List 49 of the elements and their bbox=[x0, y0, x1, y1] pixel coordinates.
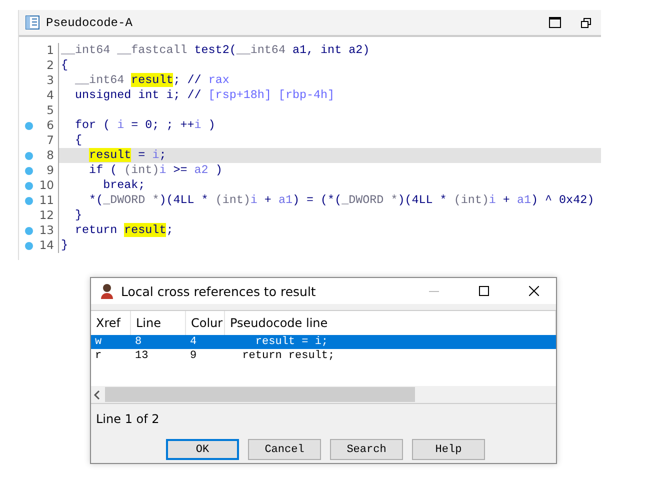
breakpoint-icon[interactable] bbox=[25, 122, 33, 130]
line-number: 9 bbox=[46, 163, 55, 178]
dialog-button[interactable]: OK bbox=[166, 439, 239, 460]
horizontal-scrollbar[interactable] bbox=[91, 386, 556, 403]
code-line: unsigned int i; // [rsp+18h] [rbp-4h] bbox=[74, 88, 336, 103]
breakpoint-icon[interactable] bbox=[25, 242, 33, 250]
line-number: 11 bbox=[39, 193, 55, 208]
dialog-button[interactable]: Cancel bbox=[248, 439, 321, 460]
line-number: 8 bbox=[46, 148, 55, 163]
line-number: 12 bbox=[39, 208, 55, 223]
code-line: break; bbox=[102, 178, 146, 193]
dialog-button[interactable]: Search bbox=[330, 439, 403, 460]
line-number: 4 bbox=[46, 88, 55, 103]
reference-row[interactable]: w 8 4 result = i; bbox=[91, 335, 556, 349]
status-text: Line 1 of 2 bbox=[95, 411, 160, 426]
code-line: __int64 __fastcall test2(__int64 a1, int a2) bbox=[60, 43, 371, 58]
line-number: 2 bbox=[46, 58, 55, 73]
code-line: } bbox=[60, 238, 70, 253]
breakpoint-icon[interactable] bbox=[25, 167, 33, 175]
document-icon bbox=[25, 15, 40, 30]
line-number: 6 bbox=[46, 118, 55, 133]
line-number: 3 bbox=[46, 73, 55, 88]
minimize-icon[interactable] bbox=[429, 290, 439, 292]
line-number: 14 bbox=[39, 238, 55, 253]
breakpoint-icon[interactable] bbox=[25, 197, 33, 205]
line-number: 7 bbox=[46, 133, 55, 148]
dialog-title: Local cross references to result bbox=[121, 284, 317, 298]
line-number: 1 bbox=[46, 43, 55, 58]
maximize-icon[interactable] bbox=[549, 17, 561, 28]
avatar-icon bbox=[99, 283, 115, 299]
line-number: 13 bbox=[39, 223, 55, 238]
breakpoint-icon[interactable] bbox=[25, 152, 33, 160]
restore-icon[interactable] bbox=[581, 18, 591, 28]
code-line: { bbox=[60, 58, 70, 73]
code-line: for ( i = 0; ; ++i ) bbox=[74, 118, 216, 133]
close-icon[interactable] bbox=[529, 286, 539, 296]
code-line: *(_DWORD *)(4LL * (int)i + a1) = (*(_DWORD *)(4LL * (int)i + a1) ^ 0x42) bbox=[88, 193, 596, 208]
line-number: 5 bbox=[46, 103, 55, 118]
breakpoint-icon[interactable] bbox=[25, 182, 33, 190]
code-line: { bbox=[74, 133, 84, 148]
breakpoint-icon[interactable] bbox=[25, 227, 33, 235]
code-line: return result; bbox=[74, 223, 174, 238]
maximize-icon[interactable] bbox=[479, 286, 489, 296]
dialog-button[interactable]: Help bbox=[412, 439, 485, 460]
code-line: if ( (int)i >= a2 ) bbox=[88, 163, 224, 178]
line-number: 10 bbox=[39, 178, 55, 193]
code-line: __int64 result; // rax bbox=[74, 73, 230, 88]
window-title: Pseudocode-A bbox=[46, 16, 134, 30]
code-line: } bbox=[74, 208, 84, 223]
